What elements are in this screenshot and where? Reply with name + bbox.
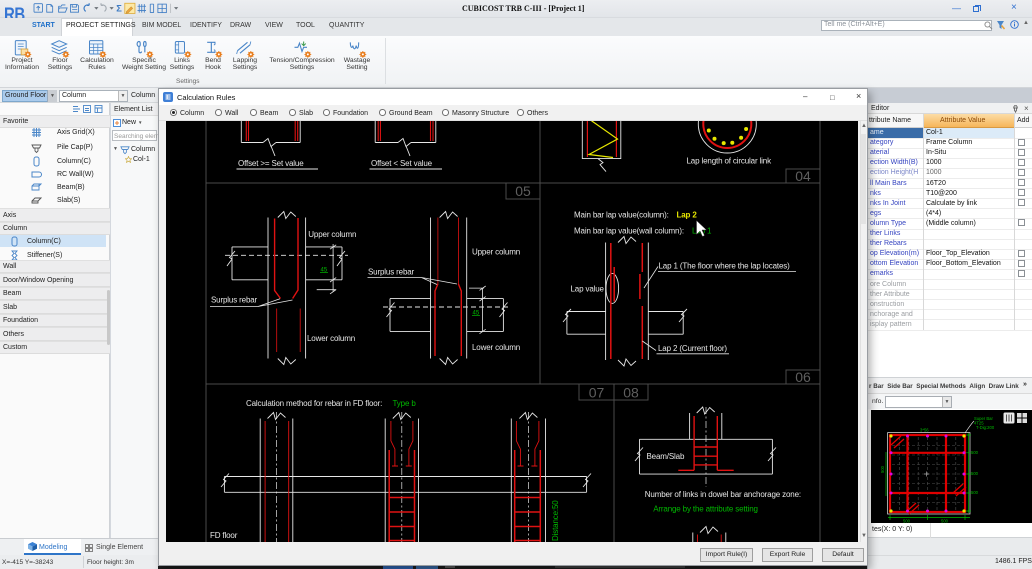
svg-text:Main bar lap value(wall column: Main bar lap value(wall column):: [574, 227, 684, 236]
svg-text:Offset >= Set value: Offset >= Set value: [238, 159, 304, 168]
svg-text:Upper column: Upper column: [472, 248, 520, 257]
svg-text:Lap 2: Lap 2: [677, 211, 698, 220]
svg-text:04: 04: [795, 168, 811, 184]
svg-text:Lower column: Lower column: [472, 343, 520, 352]
svg-text:Calculation method for rebar i: Calculation method for rebar in FD floor…: [246, 399, 382, 408]
svg-text:Arrange by the attribute setti: Arrange by the attribute setting: [653, 505, 758, 514]
svg-text:Lap value: Lap value: [571, 285, 605, 294]
svg-text:Number of links in dowel bar a: Number of links in dowel bar anchorage z…: [645, 490, 801, 499]
svg-text:08: 08: [623, 385, 639, 401]
svg-text:500: 500: [971, 450, 979, 455]
svg-text:Distance:50: Distance:50: [551, 500, 560, 541]
svg-text:06: 06: [795, 369, 811, 385]
svg-text:Beam/Slab: Beam/Slab: [647, 452, 685, 461]
svg-text:500: 500: [903, 519, 911, 524]
svg-text:500: 500: [880, 465, 885, 473]
svg-text:Upper column: Upper column: [308, 230, 356, 239]
svg-text:Lap 2 (Current floor): Lap 2 (Current floor): [658, 344, 727, 353]
svg-text:3*56: 3*56: [920, 428, 929, 433]
svg-text:05: 05: [515, 183, 531, 199]
svg-text:Lap length of circular link: Lap length of circular link: [687, 157, 773, 166]
svg-text:FD floor: FD floor: [210, 531, 238, 540]
svg-text:Type b: Type b: [393, 399, 417, 408]
svg-text:T-Dig:200: T-Dig:200: [976, 425, 995, 430]
svg-text:Lap 1 (The floor where the lap: Lap 1 (The floor where the lap locates): [659, 262, 791, 271]
svg-text:Main bar lap value(column):: Main bar lap value(column):: [574, 211, 669, 220]
svg-text:Surplus rebar: Surplus rebar: [368, 268, 415, 277]
svg-text:500: 500: [971, 490, 979, 495]
svg-text:Σ: Σ: [116, 4, 122, 14]
svg-text:Surplus rebar: Surplus rebar: [211, 296, 258, 305]
svg-text:500: 500: [971, 471, 979, 476]
svg-text:Offset < Set value: Offset < Set value: [371, 159, 433, 168]
svg-text:Lower column: Lower column: [307, 334, 355, 343]
svg-text:500: 500: [941, 519, 949, 524]
svg-text:07: 07: [589, 385, 605, 401]
